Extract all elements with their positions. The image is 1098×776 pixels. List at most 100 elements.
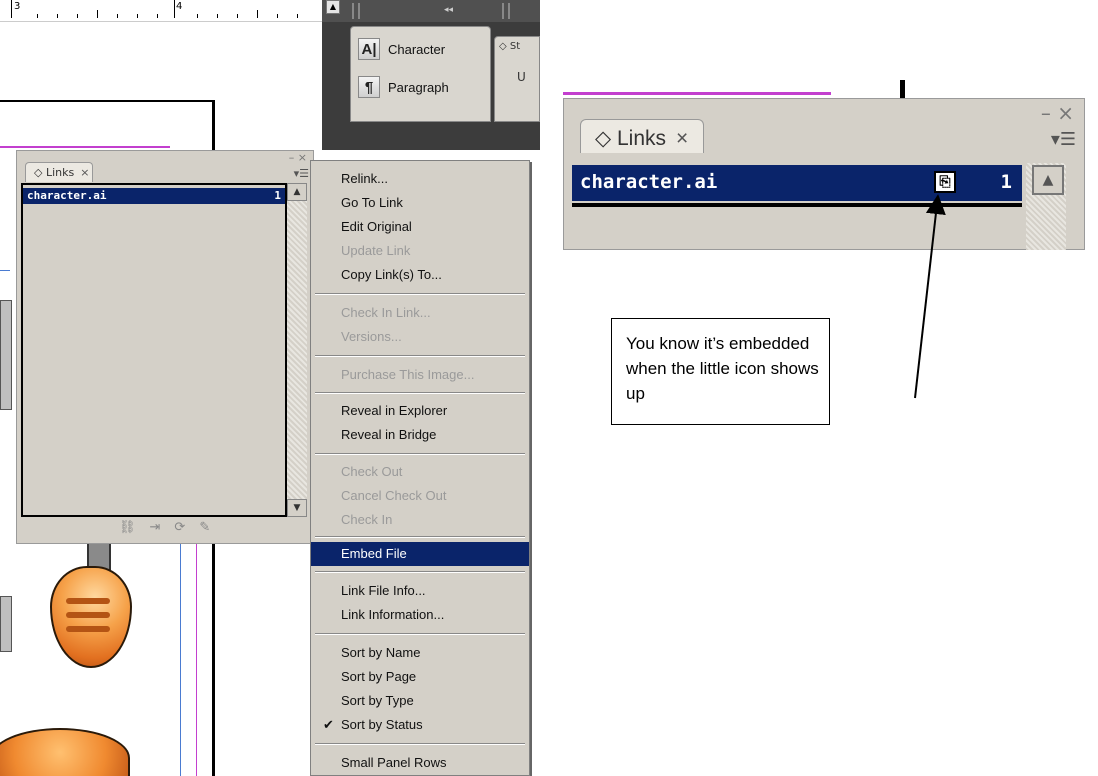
- menu-separator: [315, 571, 525, 573]
- menu-separator: [315, 536, 525, 538]
- menu-separator: [315, 633, 525, 635]
- link-page: 1: [274, 189, 281, 202]
- column-guide: [180, 540, 181, 776]
- relink-icon[interactable]: ⛓: [119, 520, 136, 535]
- artwork-shape: [0, 300, 12, 410]
- close-icon[interactable]: ×: [676, 127, 688, 150]
- annotation-callout: You know it’s embedded when the little i…: [611, 318, 830, 425]
- menu-item-update-link: Update Link: [341, 243, 411, 258]
- links-panel-toolbar: ⛓ ⇥ ⟳ ✎: [119, 520, 210, 535]
- menu-separator: [315, 392, 525, 394]
- window-controls[interactable]: – ×: [1041, 101, 1074, 125]
- ruler-tick: [37, 14, 38, 18]
- menu-item-relink[interactable]: Relink...: [311, 167, 529, 191]
- update-link-icon[interactable]: ⟳: [174, 520, 185, 535]
- links-tab[interactable]: ◇ Links ×: [580, 119, 704, 153]
- links-list: character.ai 1: [21, 183, 287, 517]
- menu-item-cancel-check-out: Cancel Check Out: [341, 488, 447, 503]
- page-edge: [0, 100, 214, 102]
- artwork-stripe: [66, 598, 110, 604]
- character-paragraph-panel: A| Character ¶ Paragraph: [350, 26, 491, 122]
- column-guide: [0, 270, 10, 271]
- ruler-tick: [117, 14, 118, 18]
- panel-menu-icon[interactable]: ▾☰: [294, 167, 309, 180]
- link-row[interactable]: character.ai 1: [23, 188, 285, 204]
- artwork-stripe: [66, 626, 110, 632]
- character-label: Character: [388, 41, 446, 57]
- menu-separator: [315, 453, 525, 455]
- grip-icon[interactable]: [502, 3, 504, 19]
- margin-guide: [563, 92, 831, 95]
- horizontal-ruler: 3 4: [0, 0, 325, 22]
- scroll-up-icon[interactable]: ▲: [326, 0, 340, 14]
- menu-item-reveal-in-explorer[interactable]: Reveal in Explorer: [311, 399, 529, 423]
- link-row[interactable]: character.ai ⎘ 1: [572, 165, 1022, 201]
- grip-icon[interactable]: [358, 3, 360, 19]
- artwork-orange: [0, 728, 130, 776]
- ruler-tick: [257, 10, 258, 18]
- collapse-icon[interactable]: ◂◂: [444, 5, 453, 15]
- links-panel: – × ◇ Links × ▾☰ character.ai 1 ▲ ▼ ⛓ ⇥ ⟳…: [16, 150, 314, 544]
- menu-item-sort-by-name[interactable]: Sort by Name: [311, 641, 529, 665]
- link-page: 1: [1000, 171, 1012, 193]
- menu-item-sort-by-status[interactable]: ✔ Sort by Status: [311, 713, 529, 737]
- artwork-orange: [50, 566, 132, 668]
- menu-separator: [315, 293, 525, 295]
- menu-separator: [315, 355, 525, 357]
- ruler-tick: [277, 14, 278, 18]
- vertical-scrollbar[interactable]: ▲: [1026, 163, 1066, 250]
- close-icon[interactable]: ×: [80, 166, 89, 179]
- window-controls[interactable]: – ×: [289, 151, 307, 164]
- menu-item-sort-by-page[interactable]: Sort by Page: [311, 665, 529, 689]
- paragraph-label: Paragraph: [388, 79, 449, 95]
- menu-item-link-information[interactable]: Link Information...: [311, 603, 529, 627]
- character-panel-button[interactable]: A| Character: [358, 37, 445, 61]
- goto-link-icon[interactable]: ⇥: [150, 520, 161, 535]
- panel-menu-icon[interactable]: ▾☰: [1051, 129, 1076, 150]
- menu-item-purchase-image: Purchase This Image...: [341, 367, 475, 382]
- edit-original-icon[interactable]: ✎: [199, 520, 210, 535]
- links-panel-zoom-capture: – × ◇ Links × ▾☰ character.ai ⎘ 1 ▲: [563, 80, 1098, 250]
- stroke-tab-label: ◇ St: [499, 41, 521, 52]
- menu-item-check-in-link: Check In Link...: [341, 305, 431, 320]
- ruler-tick: [197, 14, 198, 18]
- menu-item-embed-file[interactable]: Embed File: [311, 542, 529, 566]
- paragraph-panel-button[interactable]: ¶ Paragraph: [358, 75, 449, 99]
- link-name: character.ai: [27, 189, 107, 202]
- links-tab-label: ◇ Links: [34, 166, 75, 179]
- margin-guide: [196, 540, 197, 776]
- links-tab[interactable]: ◇ Links ×: [25, 162, 93, 182]
- ruler-tick: [97, 10, 98, 18]
- scroll-up-icon[interactable]: ▲: [287, 183, 307, 201]
- ruler-mark-4: 4: [176, 1, 183, 12]
- menu-item-link-file-info[interactable]: Link File Info...: [311, 579, 529, 603]
- scroll-up-icon[interactable]: ▲: [1032, 165, 1064, 195]
- list-border: [572, 203, 1022, 207]
- grip-icon[interactable]: [352, 3, 354, 19]
- menu-item-check-in: Check In: [341, 512, 393, 527]
- embedded-icon: ⎘: [934, 171, 956, 193]
- scroll-down-icon[interactable]: ▼: [287, 499, 307, 517]
- checkmark-icon: ✔: [323, 717, 334, 732]
- sort-by-status-label: Sort by Status: [341, 717, 423, 732]
- ruler-tick: [174, 0, 175, 18]
- grip-icon[interactable]: [508, 3, 510, 19]
- vertical-scrollbar[interactable]: ▲ ▼: [287, 183, 307, 517]
- links-tab-label: ◇ Links: [595, 127, 667, 150]
- menu-item-small-panel-rows[interactable]: Small Panel Rows: [311, 751, 529, 775]
- screenshot-root: 3 4 ◂◂ ▲ A| Character ¶ Paragraph ◇ St U…: [0, 0, 1098, 776]
- menu-item-edit-original[interactable]: Edit Original: [311, 215, 529, 239]
- ruler-tick: [57, 14, 58, 18]
- artwork-stripe: [66, 612, 110, 618]
- ruler-tick: [11, 0, 12, 18]
- menu-item-reveal-in-bridge[interactable]: Reveal in Bridge: [311, 423, 529, 447]
- menu-separator: [315, 743, 525, 745]
- stroke-panel-tab[interactable]: ◇ St U: [494, 36, 540, 122]
- menu-item-copy-links-to[interactable]: Copy Link(s) To...: [311, 263, 529, 287]
- ruler-tick: [237, 14, 238, 18]
- menu-item-go-to-link[interactable]: Go To Link: [311, 191, 529, 215]
- ruler-tick: [77, 14, 78, 18]
- menu-item-sort-by-type[interactable]: Sort by Type: [311, 689, 529, 713]
- ruler-tick: [217, 14, 218, 18]
- menu-item-versions: Versions...: [341, 329, 402, 344]
